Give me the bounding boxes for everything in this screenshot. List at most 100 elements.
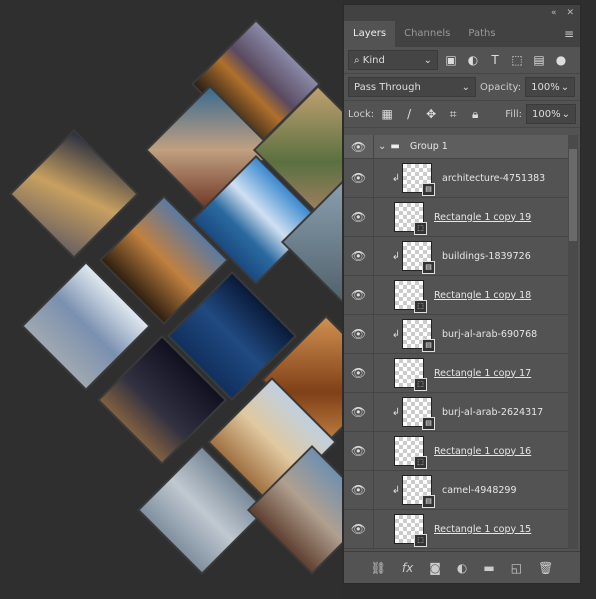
filter-toggle[interactable]: ●	[552, 53, 570, 67]
shape-icon: ⬚	[414, 378, 427, 391]
eye-icon[interactable]: 👁︎	[344, 198, 374, 236]
tab-channels[interactable]: Channels	[395, 21, 459, 47]
type-filter-icon[interactable]: T	[486, 53, 504, 67]
layer-row[interactable]: 👁︎ ⬚ Rectangle 1 copy 16	[344, 432, 568, 471]
layer-thumbnail: ▤	[402, 475, 435, 508]
search-icon: ⌕	[354, 54, 360, 66]
link-icon[interactable]: ⛓	[371, 561, 386, 575]
layer-row[interactable]: 👁︎ ⬚ Rectangle 1 copy 17	[344, 354, 568, 393]
lock-artboard-icon[interactable]: ⌗	[444, 107, 462, 122]
fill-label: Fill:	[505, 108, 522, 120]
document-canvas[interactable]	[0, 0, 342, 599]
eye-icon[interactable]: 👁︎	[344, 159, 374, 197]
layers-scrollbar[interactable]	[568, 135, 578, 549]
smart-object-icon: ▤	[422, 417, 435, 430]
folder-icon: ▬	[390, 141, 400, 152]
layer-thumbnail: ⬚	[394, 514, 427, 547]
eye-icon[interactable]: 👁︎	[344, 510, 374, 548]
layer-name: Rectangle 1 copy 19	[434, 211, 532, 223]
layer-name: burj-al-arab-2624317	[442, 406, 544, 418]
smart-object-icon: ▤	[422, 339, 435, 352]
layer-group-row[interactable]: 👁︎ ⌄ ▬ Group 1	[344, 135, 568, 159]
blend-mode-select[interactable]: Pass Through ⌄	[348, 77, 476, 97]
shape-filter-icon[interactable]: ⬚	[508, 53, 526, 67]
layer-name: Rectangle 1 copy 16	[434, 445, 532, 457]
shape-icon: ⬚	[414, 300, 427, 313]
shape-icon: ⬚	[414, 534, 427, 547]
chevron-down-icon[interactable]: ⌄	[378, 141, 386, 152]
adjustment-filter-icon[interactable]: ◐	[464, 53, 482, 67]
layer-name: Rectangle 1 copy 15	[434, 523, 532, 535]
tab-layers[interactable]: Layers	[344, 21, 396, 47]
layer-row[interactable]: 👁︎ ⬚ Rectangle 1 copy 19	[344, 198, 568, 237]
smart-object-icon: ▤	[422, 261, 435, 274]
group-name: Group 1	[409, 141, 448, 152]
opacity-input[interactable]: 100% ⌄	[525, 77, 576, 97]
layer-row[interactable]: 👁︎ ⬚ Rectangle 1 copy 18	[344, 276, 568, 315]
chevron-down-icon[interactable]: ⌄	[561, 82, 569, 93]
mask-icon[interactable]: ◙	[429, 561, 441, 575]
tab-paths[interactable]: Paths	[459, 21, 504, 47]
layer-name: Rectangle 1 copy 18	[434, 289, 532, 301]
layer-name: architecture-4751383	[442, 172, 546, 184]
folder-icon[interactable]: ▬	[483, 561, 494, 575]
menu-icon[interactable]: ≡	[564, 27, 574, 41]
eye-icon[interactable]: 👁︎	[344, 135, 374, 158]
layer-row[interactable]: 👁︎ ↲ ▤ architecture-4751383	[344, 159, 568, 198]
clipping-arrow-icon: ↲	[391, 172, 401, 184]
eye-icon[interactable]: 👁︎	[344, 432, 374, 470]
lock-position-icon[interactable]: ✥	[422, 107, 440, 121]
chevron-down-icon: ⌄	[423, 54, 432, 66]
chevron-down-icon[interactable]: ⌄	[562, 109, 570, 120]
layers-list: 👁︎ ⌄ ▬ Group 1 👁︎ ↲ ▤ architecture-47513…	[344, 135, 568, 549]
smart-object-filter-icon[interactable]: ▤	[530, 53, 548, 67]
layer-name: burj-al-arab-690768	[442, 328, 538, 340]
fill-input[interactable]: 100% ⌄	[526, 104, 576, 124]
panel-tabs: Layers Channels Paths ≡	[344, 21, 580, 47]
smart-object-icon: ▤	[422, 495, 435, 508]
layer-row[interactable]: 👁︎ ↲ ▤ burj-al-arab-2624317	[344, 393, 568, 432]
layer-name: Rectangle 1 copy 17	[434, 367, 532, 379]
new-layer-icon[interactable]: ◱	[511, 561, 522, 575]
image-filter-icon[interactable]: ▣	[442, 53, 460, 67]
trash-icon[interactable]: 🗑︎	[538, 561, 553, 575]
layer-thumbnail: ⬚	[394, 358, 427, 391]
shape-icon: ⬚	[414, 456, 427, 469]
layer-row[interactable]: 👁︎ ↲ ▤ camel-4948299	[344, 471, 568, 510]
eye-icon[interactable]: 👁︎	[344, 276, 374, 314]
layer-thumbnail: ⬚	[394, 436, 427, 469]
adjustment-icon[interactable]: ◐	[457, 561, 467, 575]
close-icon[interactable]: ✕	[566, 8, 574, 18]
clipping-arrow-icon: ↲	[391, 328, 401, 340]
eye-icon[interactable]: 👁︎	[344, 237, 374, 275]
clipping-arrow-icon: ↲	[391, 406, 401, 418]
smart-object-icon: ▤	[422, 183, 435, 196]
chevron-down-icon: ⌄	[461, 81, 470, 93]
eye-icon[interactable]: 👁︎	[344, 315, 374, 353]
shape-icon: ⬚	[414, 222, 427, 235]
eye-icon[interactable]: 👁︎	[344, 471, 374, 509]
fx-icon[interactable]: fx	[402, 561, 413, 575]
layer-row[interactable]: 👁︎ ↲ ▤ burj-al-arab-690768	[344, 315, 568, 354]
clipping-arrow-icon: ↲	[391, 484, 401, 496]
scrollbar-thumb[interactable]	[569, 149, 577, 241]
eye-icon[interactable]: 👁︎	[344, 393, 374, 431]
layer-row[interactable]: 👁︎ ↲ ▤ buildings-1839726	[344, 237, 568, 276]
lock-transparent-icon[interactable]: ▦	[378, 107, 396, 121]
layer-thumbnail: ⬚	[394, 202, 427, 235]
layer-thumbnail: ▤	[402, 241, 435, 274]
lock-all-icon[interactable]: 🔒︎	[466, 107, 484, 122]
double-chevron-icon[interactable]: «	[551, 8, 557, 18]
layer-thumbnail: ▤	[402, 397, 435, 430]
eye-icon[interactable]: 👁︎	[344, 354, 374, 392]
opacity-label: Opacity:	[480, 81, 522, 93]
layer-thumbnail: ▤	[402, 163, 435, 196]
layers-panel: « ✕ Layers Channels Paths ≡ ⌕ Kind ⌄ ▣ ◐ …	[343, 4, 581, 584]
layer-thumbnail: ▤	[402, 319, 435, 352]
layer-thumbnail: ⬚	[394, 280, 427, 313]
filter-kind-select[interactable]: ⌕ Kind ⌄	[348, 50, 438, 70]
layer-name: buildings-1839726	[442, 250, 531, 262]
lock-paint-icon[interactable]: /	[400, 107, 418, 121]
lock-label: Lock:	[348, 108, 375, 120]
layer-row[interactable]: 👁︎ ⬚ Rectangle 1 copy 15	[344, 510, 568, 549]
